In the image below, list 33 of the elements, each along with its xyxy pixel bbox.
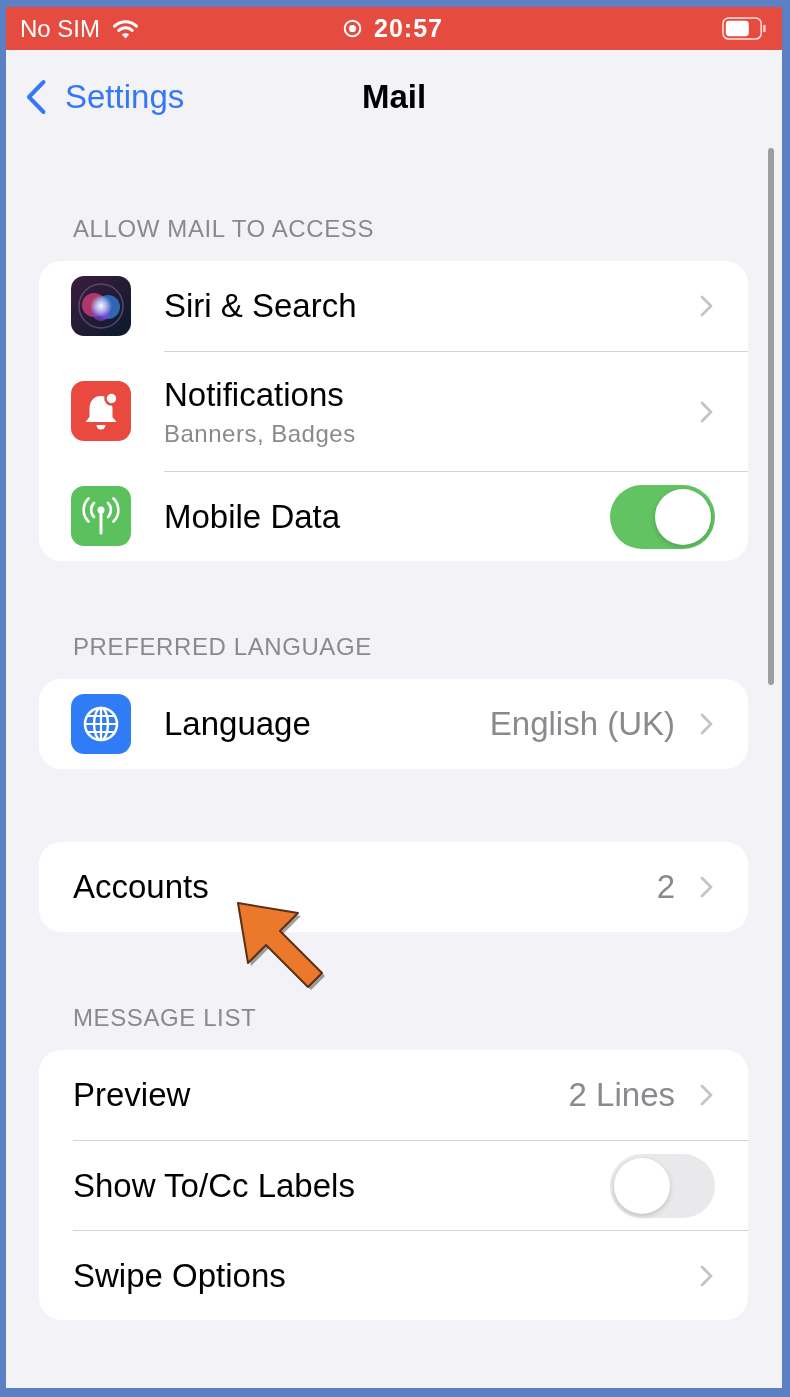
chevron-icon <box>700 876 713 898</box>
section-header: MESSAGE LIST <box>73 1003 257 1033</box>
clock-time: 20:57 <box>374 14 443 43</box>
section-header: ALLOW MAIL TO ACCESS <box>73 214 374 244</box>
chevron-icon <box>700 400 713 423</box>
setting-label: Show To/Cc Labels <box>73 1165 355 1206</box>
globe-icon <box>71 694 131 754</box>
carrier-label: No SIM <box>20 14 100 43</box>
back-chevron-icon <box>25 78 47 115</box>
setting-value: English (UK) <box>489 705 675 743</box>
record-icon <box>343 19 362 38</box>
setting-label[interactable]: Language <box>164 704 311 744</box>
bell-icon <box>71 381 131 441</box>
back-button[interactable]: Settings <box>25 77 185 116</box>
setting-label[interactable]: Accounts <box>73 867 209 907</box>
chevron-icon <box>700 295 713 317</box>
orb-icon <box>71 276 131 336</box>
antenna-icon <box>71 486 131 546</box>
setting-label[interactable]: Swipe Options <box>73 1255 286 1296</box>
chevron-icon <box>700 1084 713 1106</box>
setting-label: Mobile Data <box>164 496 341 537</box>
wifi-icon <box>112 18 139 39</box>
setting-label[interactable]: Notifications <box>164 374 344 415</box>
battery-icon <box>722 17 766 40</box>
chevron-icon <box>700 713 713 735</box>
setting-subtitle: Banners, Badges <box>164 418 356 449</box>
setting-value: 2 Lines <box>568 1076 675 1114</box>
section-header: PREFERRED LANGUAGE <box>73 632 372 662</box>
setting-label[interactable]: Preview <box>73 1075 191 1115</box>
screen-title: Mail <box>361 77 427 116</box>
setting-label[interactable]: Siri & Search <box>164 286 357 326</box>
chevron-icon <box>700 1264 713 1287</box>
setting-value: 2 <box>656 868 675 906</box>
